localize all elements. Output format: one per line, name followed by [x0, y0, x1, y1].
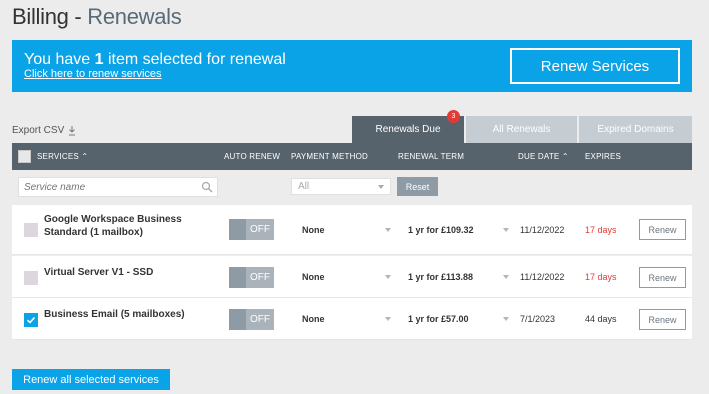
tab-expired-domains[interactable]: Expired Domains	[579, 116, 692, 143]
service-name: Virtual Server V1 - SSD	[44, 267, 154, 278]
col-auto-renew: AUTO RENEW	[224, 152, 281, 161]
download-icon	[69, 126, 76, 136]
renewal-term[interactable]: 1 yr for £57.00	[408, 314, 469, 324]
payment-filter-value: All	[298, 181, 310, 192]
renewal-term[interactable]: 1 yr for £113.88	[408, 272, 473, 282]
renew-button[interactable]: Renew	[639, 267, 686, 288]
toggle-label: OFF	[246, 267, 274, 288]
table-row: Business Email (5 mailboxes) OFF None 1 …	[12, 298, 692, 340]
export-csv-label: Export CSV	[12, 125, 65, 136]
payment-method[interactable]: None	[302, 314, 325, 324]
renew-button[interactable]: Renew	[639, 309, 686, 330]
row-checkbox[interactable]	[24, 271, 38, 285]
export-csv-link[interactable]: Export CSV	[12, 125, 76, 136]
auto-renew-toggle[interactable]: OFF	[229, 267, 274, 288]
auto-renew-toggle[interactable]: OFF	[229, 219, 274, 240]
payment-method-filter[interactable]: All	[291, 178, 391, 195]
service-name: Google Workspace Business Standard (1 ma…	[44, 214, 182, 238]
toggle-label: OFF	[246, 219, 274, 240]
auto-renew-toggle[interactable]: OFF	[229, 309, 274, 330]
tab-renewals-due[interactable]: Renewals Due 3	[352, 110, 464, 143]
renew-all-selected-button[interactable]: Renew all selected services	[12, 369, 170, 390]
due-date: 11/12/2022	[520, 225, 565, 235]
renew-services-link[interactable]: Click here to renew services	[24, 68, 162, 80]
tab-label: Renewals Due	[375, 124, 441, 135]
col-expires: EXPIRES	[585, 152, 622, 161]
chevron-down-icon[interactable]	[385, 275, 391, 279]
chevron-down-icon[interactable]	[385, 228, 391, 232]
check-icon	[26, 316, 36, 324]
toggle-label: OFF	[246, 309, 274, 330]
expires: 17 days	[585, 225, 617, 235]
reset-button[interactable]: Reset	[397, 177, 438, 196]
expires: 17 days	[585, 272, 617, 282]
table-row: Virtual Server V1 - SSD OFF None 1 yr fo…	[12, 256, 692, 298]
renewal-banner: You have 1 item selected for renewal Cli…	[12, 40, 692, 92]
chevron-down-icon[interactable]	[503, 228, 509, 232]
row-checkbox[interactable]	[24, 223, 38, 237]
page-title: Billing - Renewals	[12, 4, 182, 29]
select-all-checkbox[interactable]	[18, 150, 31, 163]
filter-row: All Reset	[12, 170, 692, 204]
service-search	[18, 177, 218, 197]
service-search-input[interactable]	[19, 178, 199, 196]
renewal-term[interactable]: 1 yr for £109.32	[408, 225, 474, 235]
notification-badge: 3	[447, 110, 460, 123]
tab-all-renewals[interactable]: All Renewals	[466, 116, 577, 143]
chevron-down-icon[interactable]	[503, 317, 509, 321]
chevron-down-icon[interactable]	[503, 275, 509, 279]
renew-services-button[interactable]: Renew Services	[510, 48, 680, 84]
col-payment-method: PAYMENT METHOD	[291, 152, 369, 161]
expires: 44 days	[585, 314, 617, 324]
table-row: Google Workspace Business Standard (1 ma…	[12, 205, 692, 255]
chevron-down-icon[interactable]	[385, 317, 391, 321]
row-checkbox[interactable]	[24, 313, 38, 327]
banner-message: You have 1 item selected for renewal	[24, 51, 286, 68]
tab-label: All Renewals	[492, 124, 551, 135]
payment-method[interactable]: None	[302, 225, 325, 235]
col-due-date[interactable]: DUE DATE ⌃	[518, 152, 569, 161]
service-name: Business Email (5 mailboxes)	[44, 309, 185, 320]
col-renewal-term: RENEWAL TERM	[398, 152, 465, 161]
col-services[interactable]: SERVICES ⌃	[37, 152, 88, 161]
payment-method[interactable]: None	[302, 272, 325, 282]
renew-button[interactable]: Renew	[639, 219, 686, 240]
tab-label: Expired Domains	[597, 124, 674, 135]
due-date: 7/1/2023	[520, 314, 556, 324]
chevron-down-icon	[378, 185, 384, 189]
search-icon	[201, 181, 213, 193]
due-date: 11/12/2022	[520, 272, 565, 282]
table-header: SERVICES ⌃ AUTO RENEW PAYMENT METHOD REN…	[12, 143, 692, 170]
